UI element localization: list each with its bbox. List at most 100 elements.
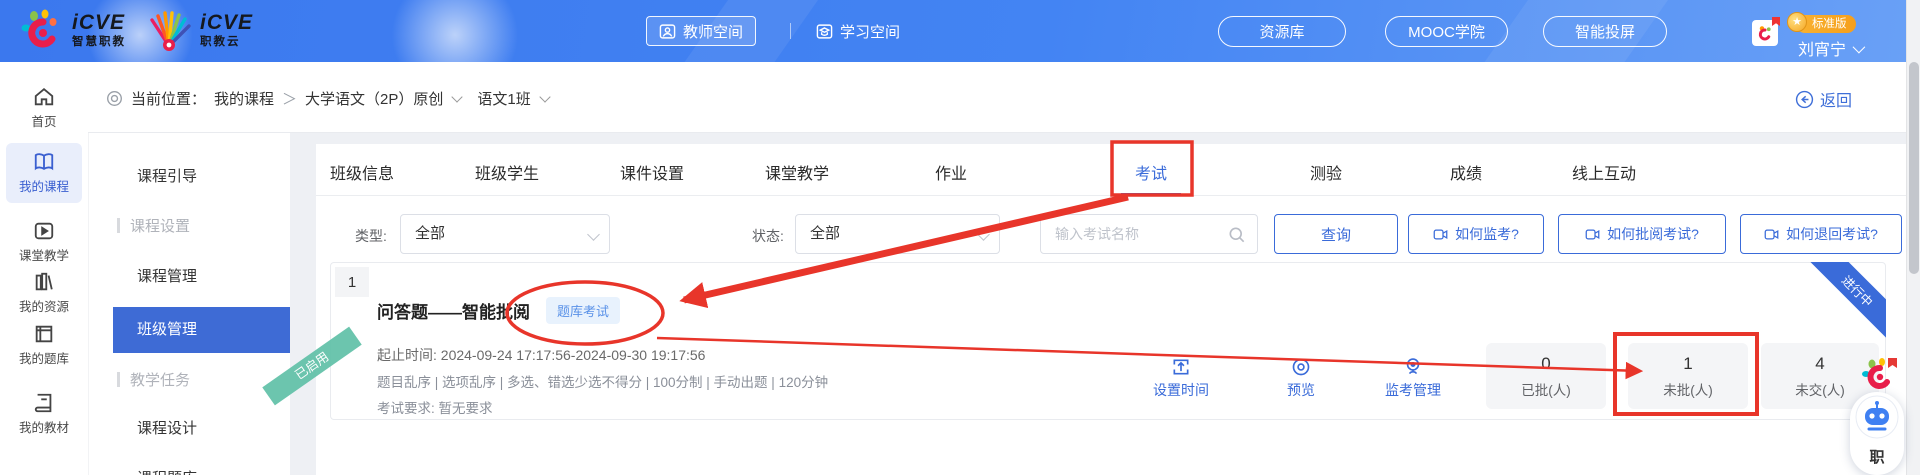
chevron-down-icon[interactable] <box>451 91 464 103</box>
user-avatar[interactable] <box>1752 17 1780 46</box>
assistant-label: 职 <box>1869 449 1885 466</box>
icve-mini-logo[interactable] <box>1860 356 1898 392</box>
menu-item-class-management[interactable]: 班级管理 <box>113 307 290 353</box>
sidebar-item-classroom[interactable]: 课堂教学 <box>6 220 82 264</box>
sidebar-item-label: 课堂教学 <box>18 249 69 263</box>
tab-class-students[interactable]: 班级学生 <box>475 160 539 184</box>
type-filter-select[interactable]: 全部 <box>400 214 610 254</box>
tab-class-info[interactable]: 班级信息 <box>330 160 394 184</box>
sidebar-item-my-courses[interactable]: 我的课程 <box>6 143 82 203</box>
tab-exam[interactable]: 考试 <box>1135 160 1167 184</box>
play-video-icon <box>34 222 54 240</box>
icve-zhijiaoyun-logo[interactable]: iCVE 职教云 <box>144 8 253 54</box>
graded-stat[interactable]: 0 已批(人) <box>1486 343 1606 409</box>
icve-flower-icon <box>21 9 57 48</box>
logo-subtext: 职教云 <box>200 36 241 48</box>
header-separator <box>790 23 791 39</box>
tab-courseware[interactable]: 课件设置 <box>620 160 684 184</box>
query-button[interactable]: 查询 <box>1274 214 1398 254</box>
chevron-down-icon[interactable] <box>539 91 551 103</box>
stat-value: 1 <box>1683 354 1693 373</box>
mooc-academy-button[interactable]: MOOC学院 <box>1385 16 1508 47</box>
breadcrumb-separator: ＞ <box>282 91 298 108</box>
status-ribbon: 进行中 <box>1810 262 1886 338</box>
action-label: 预览 <box>1287 382 1315 398</box>
logo-text: iCVE <box>200 11 254 34</box>
pill-label: MOOC学院 <box>1408 24 1485 41</box>
preview-action[interactable]: 预览 <box>1259 357 1343 400</box>
query-button-label: 查询 <box>1320 226 1351 244</box>
back-label: 返回 <box>1820 93 1853 110</box>
avatar-logo-icon <box>1758 26 1771 41</box>
chevron-down-icon <box>587 228 600 241</box>
course-menu: 课程引导 课程设置 课程管理 班级管理 教学任务 课程设计 课程题库 <box>88 133 290 475</box>
breadcrumb-course-select[interactable]: 大学语文（2P）原创 <box>305 88 443 109</box>
user-menu[interactable]: 刘宵宁 <box>1798 36 1866 60</box>
icve-zhihuizhijiao-logo[interactable]: iCVE 智慧职教 <box>20 8 126 54</box>
sidebar-item-label: 我的题库 <box>18 352 69 366</box>
ungraded-stat[interactable]: 1 未批(人) <box>1628 343 1748 409</box>
space-tab-label: 学习空间 <box>840 23 901 41</box>
exam-settings-meta: 题目乱序 | 选项乱序 | 多选、错选少选不得分 | 100分制 | 手动出题 … <box>377 375 829 390</box>
tab-quiz[interactable]: 测验 <box>1310 160 1342 184</box>
teacher-space-tab[interactable]: 教师空间 <box>646 16 757 46</box>
learning-space-tab[interactable]: 学习空间 <box>804 16 912 46</box>
robot-icon <box>1855 395 1899 439</box>
sidebar-item-textbooks[interactable]: 我的教材 <box>6 392 82 436</box>
section-bar <box>117 372 120 387</box>
menu-section-teaching-tasks: 教学任务 <box>117 369 190 390</box>
resource-library-button[interactable]: 资源库 <box>1218 16 1346 47</box>
student-icon <box>816 23 833 39</box>
courses-icon <box>34 153 54 171</box>
breadcrumb: 当前位置： 我的课程 ＞ 大学语文（2P）原创 语文1班 <box>106 88 551 109</box>
sidebar-item-question-bank[interactable]: 我的题库 <box>6 323 82 367</box>
proctor-management-action[interactable]: 监考管理 <box>1371 357 1455 400</box>
section-bar <box>117 218 120 233</box>
help-button-label: 如何监考? <box>1455 226 1519 242</box>
help-button-label: 如何退回考试? <box>1786 226 1878 242</box>
type-filter-value: 全部 <box>415 225 446 242</box>
exam-type-badge: 题库考试 <box>546 297 621 324</box>
tab-grades[interactable]: 成绩 <box>1450 160 1482 184</box>
logo-subtext: 智慧职教 <box>72 36 126 48</box>
tab-homework[interactable]: 作业 <box>935 160 967 184</box>
exam-title[interactable]: 问答题——智能批阅 <box>377 298 530 323</box>
stat-label: 已批(人) <box>1521 383 1571 398</box>
sidebar-item-label: 首页 <box>31 115 57 129</box>
how-to-return-button[interactable]: 如何退回考试? <box>1740 214 1902 254</box>
location-icon <box>107 91 122 106</box>
back-button[interactable]: 返回 <box>1795 87 1852 111</box>
sidebar-item-label: 我的课程 <box>18 180 69 194</box>
how-to-grade-button[interactable]: 如何批阅考试? <box>1558 214 1726 254</box>
menu-item-course-question-bank[interactable]: 课程题库 <box>137 467 197 475</box>
breadcrumb-root[interactable]: 我的课程 <box>214 88 274 109</box>
exam-title-row: 问答题——智能批阅 题库考试 <box>377 297 621 324</box>
smart-cast-button[interactable]: 智能投屏 <box>1543 16 1667 47</box>
how-to-proctor-button[interactable]: 如何监考? <box>1408 214 1544 254</box>
exam-time-range: 起止时间: 2024-09-24 17:17:56-2024-09-30 19:… <box>377 347 706 363</box>
set-time-action[interactable]: 设置时间 <box>1139 357 1223 400</box>
breadcrumb-class-select[interactable]: 语文1班 <box>477 88 530 109</box>
sidebar-item-home[interactable]: 首页 <box>6 86 82 130</box>
exam-search-input[interactable] <box>1041 215 1257 253</box>
scrollbar-thumb[interactable] <box>1909 62 1919 274</box>
sidebar-item-my-resources[interactable]: 我的资源 <box>6 271 82 315</box>
tab-online-interaction[interactable]: 线上互动 <box>1572 160 1636 184</box>
top-header: iCVE 智慧职教 iCVE 职教云 教师空间 学习空间 资源库 MOOC学院 … <box>0 0 1906 62</box>
tab-classroom[interactable]: 课堂教学 <box>765 160 829 184</box>
scrollbar-track[interactable] <box>1906 0 1920 475</box>
user-name: 刘宵宁 <box>1798 42 1847 59</box>
assistant-widget[interactable]: 职 <box>1850 392 1904 475</box>
menu-item-course-design[interactable]: 课程设计 <box>137 417 197 438</box>
question-bank-icon <box>35 325 53 343</box>
sidebar-item-label: 我的教材 <box>18 421 69 435</box>
active-tab-underline <box>1121 193 1181 196</box>
pill-label: 智能投屏 <box>1574 24 1635 41</box>
search-icon[interactable] <box>1227 225 1247 245</box>
menu-section-label: 课程设置 <box>130 218 191 235</box>
exam-card: 1 问答题——智能批阅 题库考试 起止时间: 2024-09-24 17:17:… <box>262 262 1886 420</box>
status-filter-select[interactable]: 全部 <box>795 214 1000 254</box>
menu-item-course-guide[interactable]: 课程引导 <box>137 165 197 186</box>
textbook-icon <box>34 393 52 413</box>
menu-item-course-management[interactable]: 课程管理 <box>137 265 197 286</box>
